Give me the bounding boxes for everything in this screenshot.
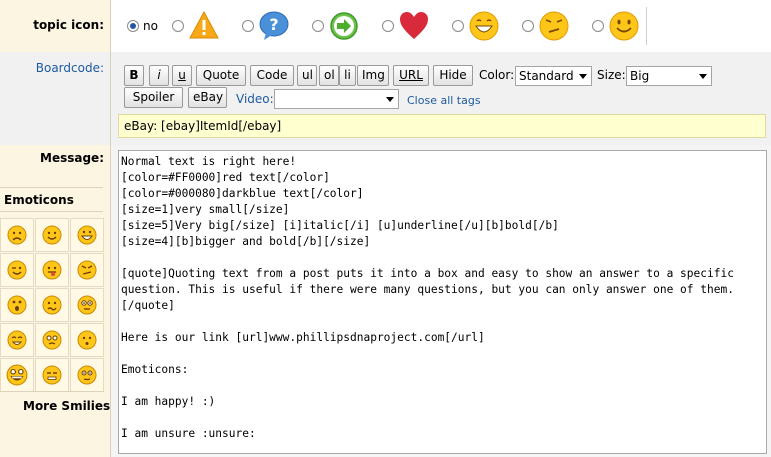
- color-select[interactable]: Standard: [515, 66, 592, 86]
- color-select-value: Standard: [519, 69, 574, 83]
- topic-icon-none-label: no: [143, 19, 158, 33]
- wink-icon: [7, 260, 27, 280]
- annoyed-smiley-icon: [539, 11, 569, 41]
- topic-icon-option-smile[interactable]: [591, 10, 640, 42]
- sad-smiley-icon: [7, 225, 27, 245]
- ohmy-icon: [77, 330, 97, 350]
- topic-icon-option-heart[interactable]: [381, 10, 430, 42]
- italic-button[interactable]: i: [149, 65, 169, 86]
- emoticon-tongue[interactable]: [35, 253, 69, 287]
- emoticon-unsure[interactable]: [35, 288, 69, 322]
- emoticon-cool[interactable]: [70, 358, 104, 392]
- laughing-smiley-icon: [469, 11, 499, 41]
- emoticon-blink[interactable]: [35, 323, 69, 357]
- laugh-icon: [6, 364, 28, 386]
- topic-icon-option-arrow[interactable]: [311, 10, 360, 42]
- topic-icon-radio[interactable]: [451, 20, 464, 32]
- dry-icon: [42, 365, 62, 385]
- smile-icon: [42, 225, 62, 245]
- topic-icon-label-cell: topic icon:: [0, 0, 111, 52]
- emoticon-happy[interactable]: [0, 323, 34, 357]
- svg-text:?: ?: [269, 15, 278, 34]
- video-select[interactable]: [274, 89, 399, 109]
- emoticon-wink[interactable]: [0, 253, 34, 287]
- topic-icon-option-none[interactable]: no: [127, 19, 172, 33]
- blink-icon: [42, 330, 62, 350]
- emoticon-dry[interactable]: [35, 358, 69, 392]
- boardcode-label: Boardcode:: [35, 61, 104, 75]
- big-grin-icon: [77, 225, 97, 245]
- topic-icon-radio[interactable]: [241, 20, 254, 32]
- warning-icon: [189, 10, 219, 39]
- li-button[interactable]: li: [339, 65, 356, 86]
- more-smilies-divider: [0, 391, 104, 392]
- hide-button[interactable]: Hide: [433, 65, 473, 86]
- topic-icon-radio[interactable]: [171, 20, 184, 32]
- spoiler-button[interactable]: Spoiler: [124, 87, 183, 108]
- happy-icon: [7, 330, 27, 350]
- chevron-down-icon: [579, 74, 587, 79]
- boardcode-help-bar: eBay: [ebay]ItemId[/ebay]: [118, 114, 766, 138]
- emoticon-sad[interactable]: [0, 218, 34, 252]
- topic-icon-radio[interactable]: [311, 20, 324, 32]
- topic-icon-option-question[interactable]: ?: [241, 10, 290, 42]
- color-label: Color:: [479, 68, 515, 82]
- ol-button[interactable]: ol: [319, 65, 339, 86]
- img-button[interactable]: Img: [357, 65, 389, 86]
- message-textarea[interactable]: Normal text is right here! [color=#FF000…: [118, 150, 767, 454]
- ebay-button[interactable]: eBay: [188, 87, 227, 108]
- topic-icon-options: no ?: [111, 0, 771, 52]
- wide-eyed-icon: [77, 295, 97, 315]
- topic-icon-option-warning[interactable]: [171, 10, 220, 42]
- boardcode-label-cell: Boardcode:: [0, 52, 111, 145]
- question-bubble-icon: ?: [259, 11, 289, 40]
- topic-icon-option-annoyed[interactable]: [521, 10, 570, 42]
- unsure-icon: [42, 295, 62, 315]
- topic-icon-label: topic icon:: [33, 18, 104, 32]
- topic-icons-divider: [645, 7, 647, 45]
- heart-icon: [399, 12, 428, 39]
- video-label: Video:: [236, 92, 274, 106]
- quote-button[interactable]: Quote: [196, 65, 246, 86]
- emoticon-wide-eyed[interactable]: [70, 288, 104, 322]
- topic-icon-radio[interactable]: [521, 20, 534, 32]
- smiley-icon: [609, 11, 639, 41]
- cool-icon: [77, 365, 97, 385]
- emoticon-ohmy[interactable]: [70, 323, 104, 357]
- shocked-icon: [7, 295, 27, 315]
- chevron-down-icon: [386, 97, 394, 102]
- emoticon-biggrin[interactable]: [70, 218, 104, 252]
- emoticon-laugh[interactable]: [0, 358, 34, 392]
- size-label: Size:: [597, 68, 626, 82]
- bold-button[interactable]: B: [124, 65, 144, 86]
- url-button[interactable]: URL: [393, 65, 429, 86]
- emoticon-smile[interactable]: [35, 218, 69, 252]
- emoticon-angry[interactable]: [70, 253, 104, 287]
- more-smilies-link[interactable]: More Smilies: [23, 399, 110, 413]
- underline-button[interactable]: u: [172, 65, 192, 86]
- topic-icon-radio[interactable]: [591, 20, 604, 32]
- topic-icon-option-laugh[interactable]: [451, 10, 500, 42]
- size-select[interactable]: Big: [626, 66, 712, 86]
- topic-icon-radio[interactable]: [381, 20, 394, 32]
- code-button[interactable]: Code: [250, 65, 294, 86]
- arrow-right-icon: [330, 12, 358, 40]
- close-all-tags-link[interactable]: Close all tags: [407, 94, 481, 107]
- message-label: Message:: [40, 151, 104, 165]
- size-select-value: Big: [630, 69, 650, 83]
- chevron-down-icon: [699, 74, 707, 79]
- topic-icon-radio-none[interactable]: [127, 20, 139, 32]
- ul-button[interactable]: ul: [297, 65, 317, 86]
- emoticons-heading: Emoticons: [0, 187, 103, 212]
- angry-icon: [77, 260, 97, 280]
- tongue-icon: [42, 260, 62, 280]
- emoticon-shocked[interactable]: [0, 288, 34, 322]
